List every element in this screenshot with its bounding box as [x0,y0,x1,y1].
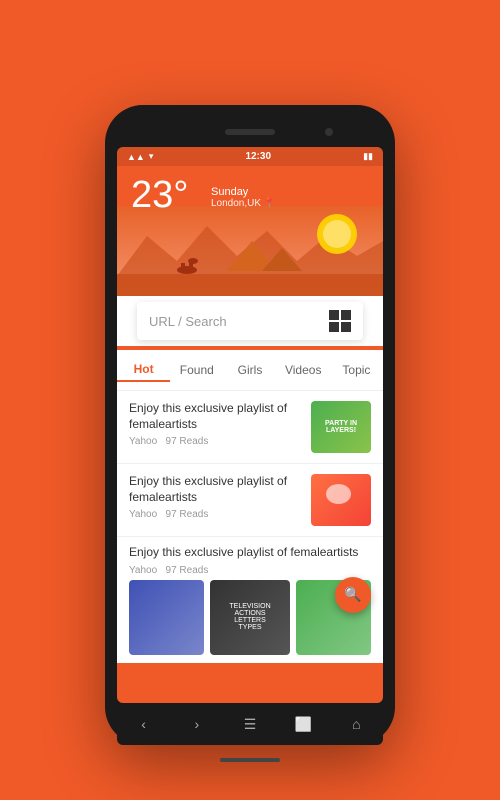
news-title: Enjoy this exclusive playlist of femalea… [129,401,303,432]
bottom-nav: ‹ › ☰ ⬜ ⌂ [117,703,383,745]
status-right: ▮▮ [363,151,373,162]
tab-hot[interactable]: Hot [117,358,170,382]
news-meta: Yahoo 97 Reads [129,565,371,576]
menu-button[interactable]: ☰ [230,709,270,739]
news-item[interactable]: Enjoy this exclusive playlist of femalea… [117,464,383,537]
battery-icon: ▮▮ [363,151,373,162]
phone-mockup: ▲▲ ▾ 12:30 ▮▮ [0,105,500,745]
status-left: ▲▲ ▾ [127,151,153,162]
tabs-button[interactable]: ⬜ [283,709,323,739]
tab-girls[interactable]: Girls [223,359,276,381]
tabs-bar: Hot Found Girls Videos Topic [117,350,383,391]
news-meta: Yahoo 97 Reads [129,509,303,520]
weather-day: Sunday [211,186,276,198]
signal-icon: ▲▲ [127,152,145,162]
weather-section: 23° Sunday London,UK 📍 [117,166,383,296]
weather-info: Sunday London,UK 📍 [211,186,276,209]
news-item[interactable]: Enjoy this exclusive playlist of femalea… [117,391,383,464]
search-placeholder: URL / Search [149,314,227,329]
landscape-svg [117,206,383,296]
party-image: PARTY IN LAYERS! [311,401,371,453]
qr-scan-icon[interactable] [329,310,351,332]
news-reads: 97 Reads [166,509,209,520]
art-image [311,474,371,526]
phone-screen: ▲▲ ▾ 12:30 ▮▮ [117,147,383,703]
status-bar: ▲▲ ▾ 12:30 ▮▮ [117,147,383,166]
news-thumbnail: PARTY IN LAYERS! [311,401,371,453]
home-indicator [220,758,280,762]
news-source: Yahoo [129,436,157,447]
news-title: Enjoy this exclusive playlist of femalea… [129,474,303,505]
news-item-content: Enjoy this exclusive playlist of femalea… [129,474,303,520]
phone-frame: ▲▲ ▾ 12:30 ▮▮ [105,105,395,745]
news-item-content: Enjoy this exclusive playlist of femalea… [129,401,303,447]
news-thumbnail [311,474,371,526]
wifi-icon: ▾ [149,151,154,162]
news-reads: 97 Reads [166,565,209,576]
grid-thumbnail-blue [129,580,204,655]
forward-button[interactable]: › [177,709,217,739]
news-list: Enjoy this exclusive playlist of femalea… [117,391,383,663]
home-button[interactable]: ⌂ [336,709,376,739]
phone-camera [325,128,333,136]
tab-found[interactable]: Found [170,359,223,381]
weather-temp: 23° [131,174,188,216]
search-bar[interactable]: URL / Search [137,302,363,340]
phone-speaker [225,129,275,135]
location-pin-icon: 📍 [263,198,275,209]
weather-location: London,UK 📍 [211,198,276,209]
news-source: Yahoo [129,565,157,576]
phone-top-bar [117,117,383,147]
back-button[interactable]: ‹ [124,709,164,739]
news-reads: 97 Reads [166,436,209,447]
news-meta: Yahoo 97 Reads [129,436,303,447]
search-fab-button[interactable]: 🔍 [335,577,371,613]
status-time: 12:30 [245,151,271,162]
news-title: Enjoy this exclusive playlist of femalea… [129,545,371,561]
search-container: URL / Search [117,296,383,346]
tab-topic[interactable]: Topic [330,359,383,381]
news-source: Yahoo [129,509,157,520]
news-item[interactable]: Enjoy this exclusive playlist of femalea… [117,537,383,580]
grid-thumbnail-text: TELEVISIONACTIONSLETTERSTYPES [210,580,291,655]
tab-videos[interactable]: Videos [277,359,330,381]
phone-bottom-bar [117,745,383,775]
